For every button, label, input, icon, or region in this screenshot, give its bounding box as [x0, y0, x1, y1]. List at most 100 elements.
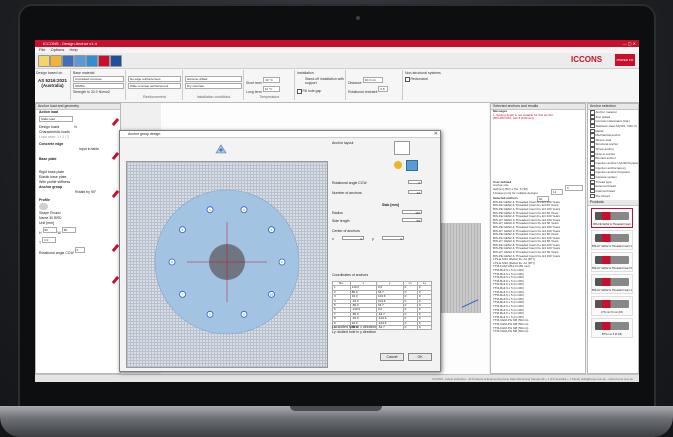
- product-card[interactable]: BIS-HY GEN2 & Threaded Insert 100 Years: [591, 274, 633, 295]
- design-based-group: Design based on AS 5216:2021 (Australia): [35, 70, 71, 100]
- anchor-layout-plot[interactable]: 1 2 3 4 5 6 7 8 9 10: [126, 161, 328, 368]
- redundant-checkbox[interactable]: Redundant: [411, 77, 428, 81]
- anchor-group-dialog: Anchor group design ✕ 1 2 3 4 5 6 7 8 9 10 Anchor…: [119, 130, 441, 372]
- reinforcement-select[interactable]: Wide concrete reinforcement: [128, 83, 181, 89]
- long-term-input[interactable]: 24 °C: [262, 86, 280, 92]
- edge-reinforcement-select[interactable]: No edge reinforcement: [128, 76, 181, 82]
- report-icon[interactable]: [86, 55, 98, 67]
- drilling-select[interactable]: Hammer drilled: [185, 76, 242, 82]
- fill-hole-checkbox[interactable]: Fill hole gap: [303, 89, 322, 93]
- anchor-layout-label: Anchor layout: [332, 141, 354, 145]
- results-panel: Selected anchors and results Messages 1.…: [490, 103, 586, 374]
- static-load-select[interactable]: Static load: [39, 116, 73, 122]
- product-image: [595, 300, 629, 309]
- product-card[interactable]: BIS-FE GEN2 & Threaded Insert: [591, 208, 633, 229]
- design-based-label: Design based on: [36, 71, 63, 75]
- close-icon[interactable]: ✕: [434, 131, 438, 137]
- rotational-restraint-label: Rotational restraint: [348, 90, 378, 94]
- base-material-group: Base material Uncracked concrete 32MPa S…: [72, 70, 126, 100]
- ok-button[interactable]: OK: [408, 353, 432, 361]
- t-input[interactable]: 1.0: [42, 237, 57, 243]
- product-image: [595, 322, 629, 331]
- filter-item-label: Pre-thread: [595, 193, 610, 198]
- anchor-size-input[interactable]: 6: [565, 185, 583, 192]
- coordinates-table[interactable]: No. x y Lx Ly 1 110.0 0.0 0 0 2 89.0 64.7 0 0 3 34.0 104…: [332, 280, 433, 331]
- filter-item-label: Drop-in anchor: [595, 151, 616, 156]
- table-cell[interactable]: -64.7: [375, 325, 404, 331]
- filter-item-label: Injection anchor Hybrid/Vinylester: [595, 161, 639, 166]
- anchor-list-item[interactable]: TTM-CEM-PG M8 (50mm): [491, 330, 585, 334]
- rot-angle-dlg-input[interactable]: 0: [408, 180, 422, 185]
- table-cell[interactable]: 0: [402, 325, 418, 331]
- window-title: ICCONS - Design Anchor v1.4: [43, 41, 97, 46]
- w-input[interactable]: 50: [61, 227, 76, 233]
- radius-input[interactable]: 110: [402, 210, 422, 215]
- anchor-point-label: 10: [270, 293, 274, 297]
- hef-input[interactable]: 12: [551, 188, 563, 195]
- product-image: [595, 234, 629, 243]
- product-card[interactable]: BIS-HY GEN2 & Threaded Insert 100 Years: [591, 230, 633, 251]
- save-icon[interactable]: [62, 55, 74, 67]
- dialog-title: Anchor group design: [120, 131, 440, 138]
- num-anchors-input[interactable]: 10: [408, 190, 422, 195]
- product-card[interactable]: BIS-HY GEN2 & Threaded Insert 50 Years: [591, 252, 633, 273]
- rot-angle-input[interactable]: 0: [74, 247, 85, 253]
- rotate-label[interactable]: Rotate by 90°: [75, 190, 96, 194]
- product-name: BIS-HY GEN2 & Threaded Insert 100 Years: [592, 245, 632, 249]
- rotational-restraint-input[interactable]: 0.8: [378, 86, 389, 92]
- short-term-input[interactable]: 40 °C: [263, 77, 281, 83]
- moisture-select[interactable]: Dry concrete: [185, 83, 242, 89]
- brand-badge: POWER FIX: [615, 54, 635, 66]
- center-x-input[interactable]: 0: [342, 236, 364, 241]
- layout-grid-icon[interactable]: [394, 141, 410, 155]
- cancel-button[interactable]: Cancel: [380, 353, 404, 361]
- title-bar: ICCONS - Design Anchor v1.4 — ▢ ✕: [35, 40, 639, 47]
- base-material-label: Base material: [73, 71, 95, 75]
- concrete-select[interactable]: Uncracked concrete: [73, 76, 124, 82]
- checkbox-icon[interactable]: [590, 193, 595, 199]
- strength-select[interactable]: 32MPa: [73, 83, 124, 89]
- table-cell[interactable]: 0: [416, 325, 433, 331]
- num-anchors-label: Number of anchors: [332, 191, 362, 195]
- new-file-icon[interactable]: [38, 55, 50, 67]
- filter-item-label: Corrosion Resistant (Gal.): [595, 119, 631, 124]
- window-controls[interactable]: — ▢ ✕: [623, 40, 636, 47]
- filter-item-label: Stainless steel A4(316, CRC II): [595, 123, 637, 128]
- product-card[interactable]: LTS mm 5 mm (DI): [591, 296, 633, 317]
- filter-list: ✓ Anchor material ✓ Zinc plated ✓ Corrosion R…: [588, 110, 639, 199]
- filter-item[interactable]: Pre-thread: [588, 193, 638, 199]
- print-icon[interactable]: [74, 55, 86, 67]
- installation-conditions-group: Hammer drilled Dry concrete Installation…: [184, 70, 244, 100]
- anchor-layout-svg: 12345678 910: [154, 189, 300, 335]
- installation-group: Installation Stand-off installation with…: [296, 70, 346, 100]
- reinforcement-group: No edge reinforcement Wide concrete rein…: [127, 70, 183, 100]
- product-card[interactable]: BTS mm 5 M (DI): [591, 318, 633, 339]
- language-flag-icon[interactable]: [110, 55, 122, 67]
- non-structural-group: Non-structural systems Redundant: [404, 70, 464, 100]
- filter-item-label: Internal thread: [595, 188, 615, 193]
- standoff-option[interactable]: Stand-off installation with support: [305, 77, 345, 85]
- image-icon[interactable]: [406, 160, 418, 171]
- input-in-table-label[interactable]: Input in table: [79, 147, 99, 151]
- strength-label: Strength fc: [73, 90, 90, 94]
- center-y-input[interactable]: 0: [382, 236, 404, 241]
- export-pdf-icon[interactable]: [98, 55, 110, 67]
- selected-anchors-list[interactable]: BIS-FE GEN2 & Threaded Insert D+ E4 100 …: [491, 200, 585, 334]
- filter-item-label: Screw anchor: [595, 147, 614, 152]
- rot-angle-dlg-label: Rotational angle CCW: [332, 181, 367, 185]
- gear-icon[interactable]: [394, 161, 402, 169]
- distance-input[interactable]: 30.0 mm: [362, 77, 383, 83]
- laptop-notch: [290, 406, 382, 411]
- side-length-input[interactable]: 95: [402, 218, 422, 223]
- design-loads-radio[interactable]: Design loads: [39, 125, 59, 129]
- radius-label: Radius: [332, 211, 343, 215]
- h-input[interactable]: 50: [42, 227, 57, 233]
- open-folder-icon[interactable]: [50, 55, 62, 67]
- n-load-label: N: [74, 125, 77, 129]
- menu-options[interactable]: Options: [51, 47, 65, 52]
- filter-item-label: Sleeve stud: [595, 137, 612, 142]
- product-name: BIS-HY GEN2 & Threaded Insert 50 Years: [592, 267, 632, 271]
- menu-file[interactable]: File: [39, 47, 45, 52]
- installation-conditions-caption: Installation conditions: [196, 95, 231, 99]
- menu-help[interactable]: Help: [70, 47, 78, 52]
